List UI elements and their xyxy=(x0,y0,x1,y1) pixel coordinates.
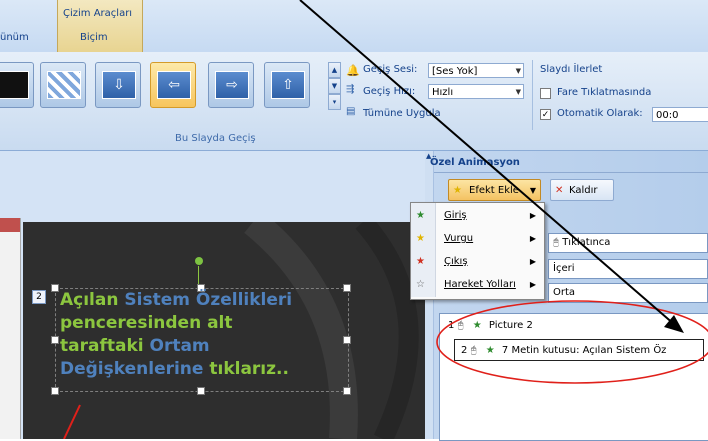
annotation-arrow-line xyxy=(299,0,676,326)
annotation-overlay xyxy=(63,0,708,439)
annotation-red-ellipse xyxy=(436,300,708,384)
annotation-red-stroke xyxy=(63,404,81,439)
